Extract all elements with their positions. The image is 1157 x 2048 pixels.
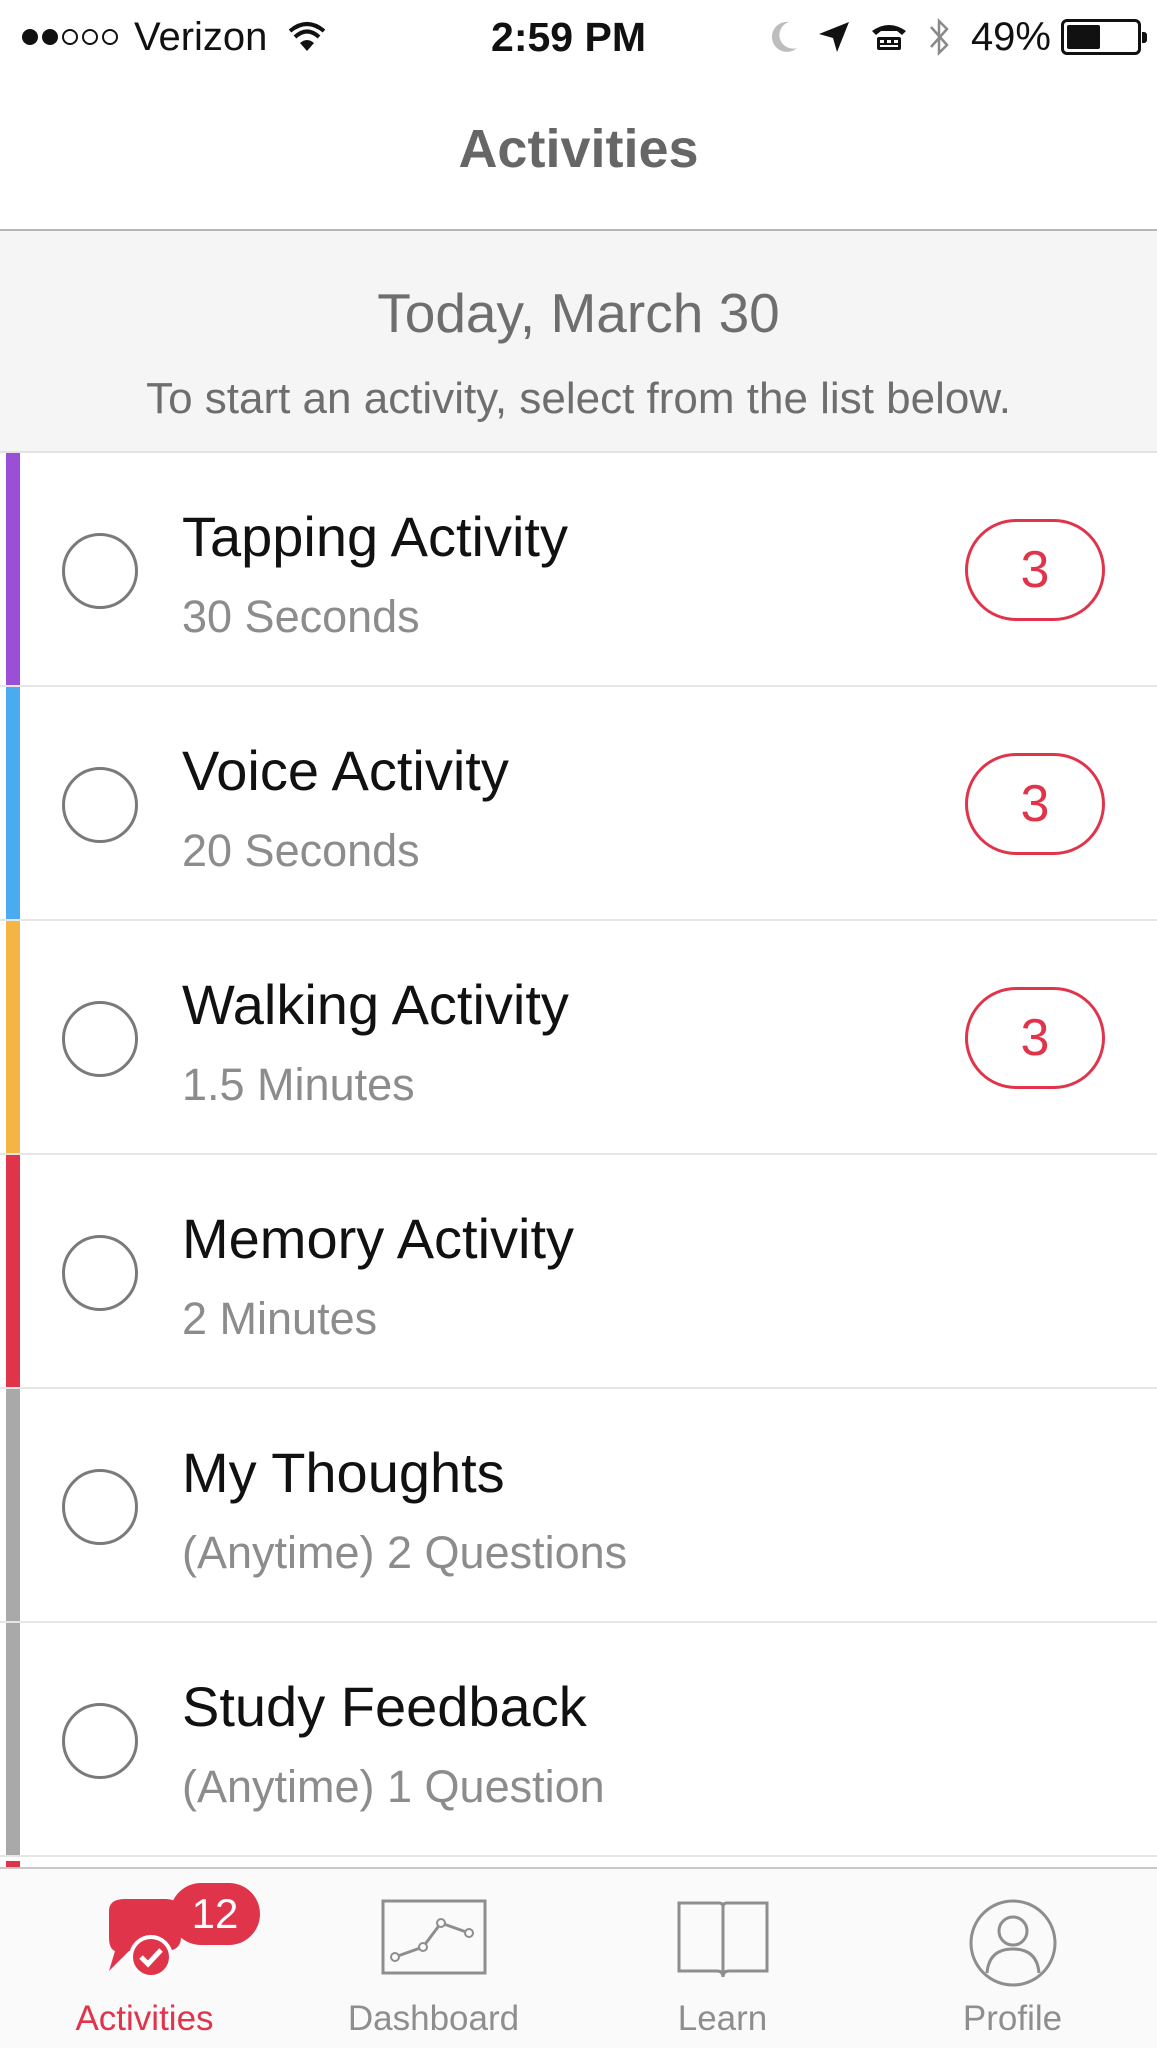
activity-name: Memory Activity [182, 1207, 575, 1270]
status-icons: 49% [751, 14, 1147, 60]
moon-icon [769, 20, 799, 54]
activity-name: Voice Activity [182, 739, 509, 802]
activities-count-badge: 12 [170, 1883, 260, 1945]
tab-learn[interactable]: Learn [578, 1869, 867, 2048]
activity-name: My Thoughts [182, 1441, 505, 1504]
activity-name: Tapping Activity [182, 505, 568, 568]
tab-label: Learn [677, 1999, 768, 2038]
tty-icon [869, 21, 909, 53]
activities-header: Today, March 30 To start an activity, se… [0, 231, 1157, 453]
status-bar: Verizon 2:59 PM 49% [0, 0, 1157, 74]
bluetooth-icon [927, 17, 951, 57]
open-book-icon [673, 1897, 773, 1988]
activity-color-bar [6, 921, 20, 1153]
activity-list[interactable]: Tapping Activity 30 Seconds 3 Voice Acti… [0, 453, 1157, 1867]
activity-duration: (Anytime) 1 Question [182, 1761, 605, 1812]
activity-duration: 1.5 Minutes [182, 1059, 415, 1110]
activity-row-voice[interactable]: Voice Activity 20 Seconds 3 [0, 687, 1157, 921]
completion-circle-icon[interactable] [62, 533, 138, 609]
completion-circle-icon[interactable] [62, 1001, 138, 1077]
navigation-bar: Activities [0, 74, 1157, 231]
activity-color-bar [6, 1155, 20, 1387]
line-chart-icon [379, 1897, 489, 1982]
activity-color-bar [6, 453, 20, 685]
remaining-count-badge: 3 [965, 519, 1105, 621]
tab-label: Dashboard [347, 1999, 520, 2038]
page-title: Activities [458, 119, 699, 179]
activity-name: Walking Activity [182, 973, 569, 1036]
battery-percent: 49% [970, 14, 1051, 59]
activity-row-memory[interactable]: Memory Activity 2 Minutes [0, 1155, 1157, 1389]
activity-duration: 2 Minutes [182, 1293, 378, 1344]
activity-row-walking[interactable]: Walking Activity 1.5 Minutes 3 [0, 921, 1157, 1155]
activity-duration: (Anytime) 2 Questions [182, 1527, 628, 1578]
activity-row-my-thoughts[interactable]: My Thoughts (Anytime) 2 Questions [0, 1389, 1157, 1623]
instructions-text: To start an activity, select from the li… [146, 374, 1011, 423]
completion-circle-icon[interactable] [62, 1703, 138, 1779]
remaining-count-badge: 3 [965, 987, 1105, 1089]
activity-duration: 30 Seconds [182, 591, 420, 642]
activity-color-bar [6, 1389, 20, 1621]
battery-icon [1061, 19, 1147, 55]
today-date: Today, March 30 [377, 282, 780, 344]
tab-dashboard[interactable]: Dashboard [289, 1869, 578, 2048]
location-arrow-icon [817, 20, 851, 54]
activity-color-bar [6, 1623, 20, 1855]
tab-activities[interactable]: 12 Activities [0, 1869, 289, 2048]
activity-color-bar [6, 687, 20, 919]
activity-row-tapping[interactable]: Tapping Activity 30 Seconds 3 [0, 453, 1157, 687]
completion-circle-icon[interactable] [62, 767, 138, 843]
completion-circle-icon[interactable] [62, 1469, 138, 1545]
tab-label: Activities [75, 1999, 214, 2038]
activity-row-study-feedback[interactable]: Study Feedback (Anytime) 1 Question [0, 1623, 1157, 1857]
activity-duration: 20 Seconds [182, 825, 420, 876]
tab-bar: 12 Activities Dashboard Learn Profile [0, 1867, 1157, 2048]
person-circle-icon [967, 1897, 1059, 1994]
completion-circle-icon[interactable] [62, 1235, 138, 1311]
tab-label: Profile [962, 1999, 1063, 2038]
activity-name: Study Feedback [182, 1675, 587, 1738]
tab-profile[interactable]: Profile [868, 1869, 1157, 2048]
remaining-count-badge: 3 [965, 753, 1105, 855]
